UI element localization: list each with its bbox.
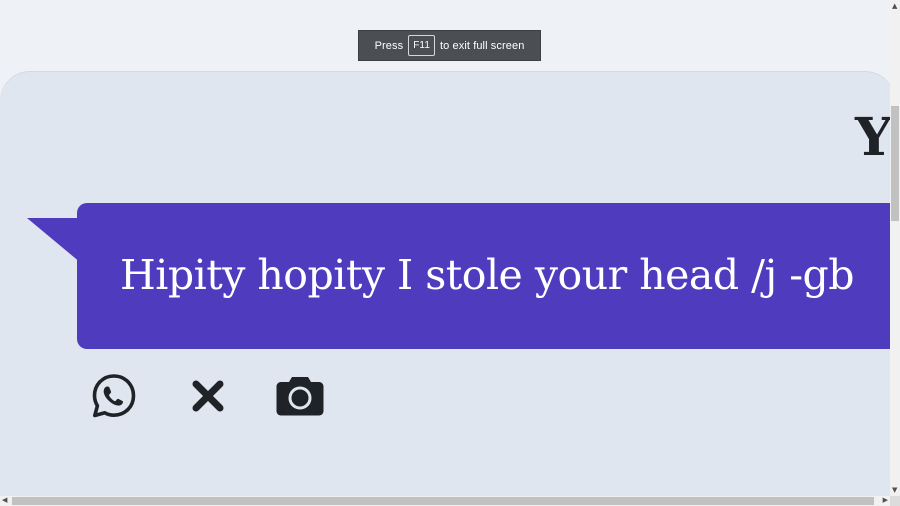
whatsapp-icon (92, 374, 136, 418)
vertical-scrollbar[interactable]: ▲ ▼ (890, 0, 900, 496)
vertical-scroll-thumb[interactable] (891, 106, 899, 221)
fullscreen-exit-toast: Press F11 to exit full screen (358, 30, 541, 61)
scroll-up-arrow-icon[interactable]: ▲ (892, 2, 897, 10)
whatsapp-share-button[interactable] (89, 371, 139, 421)
x-share-button[interactable] (183, 371, 233, 421)
horizontal-scrollbar[interactable]: ◀ ▶ (0, 496, 890, 506)
camera-share-button[interactable] (275, 371, 325, 421)
toast-suffix: to exit full screen (439, 39, 525, 52)
scroll-right-arrow-icon[interactable]: ▶ (883, 496, 888, 504)
browser-viewport: Y Hipity hopity I stole your head /j -gb… (0, 0, 900, 506)
horizontal-scroll-thumb[interactable] (12, 497, 874, 505)
scroll-down-arrow-icon[interactable]: ▼ (892, 486, 897, 494)
scrollbar-corner (890, 496, 900, 506)
x-close-icon (192, 380, 224, 412)
corner-letter: Y (855, 107, 893, 168)
camera-icon (276, 377, 324, 416)
quote-text: Hipity hopity I stole your head /j -gb (120, 251, 855, 299)
f11-key-badge: F11 (408, 35, 435, 56)
toast-prefix: Press (374, 39, 404, 52)
scroll-left-arrow-icon[interactable]: ◀ (2, 496, 7, 504)
speech-bubble: Hipity hopity I stole your head /j -gb (77, 203, 895, 349)
